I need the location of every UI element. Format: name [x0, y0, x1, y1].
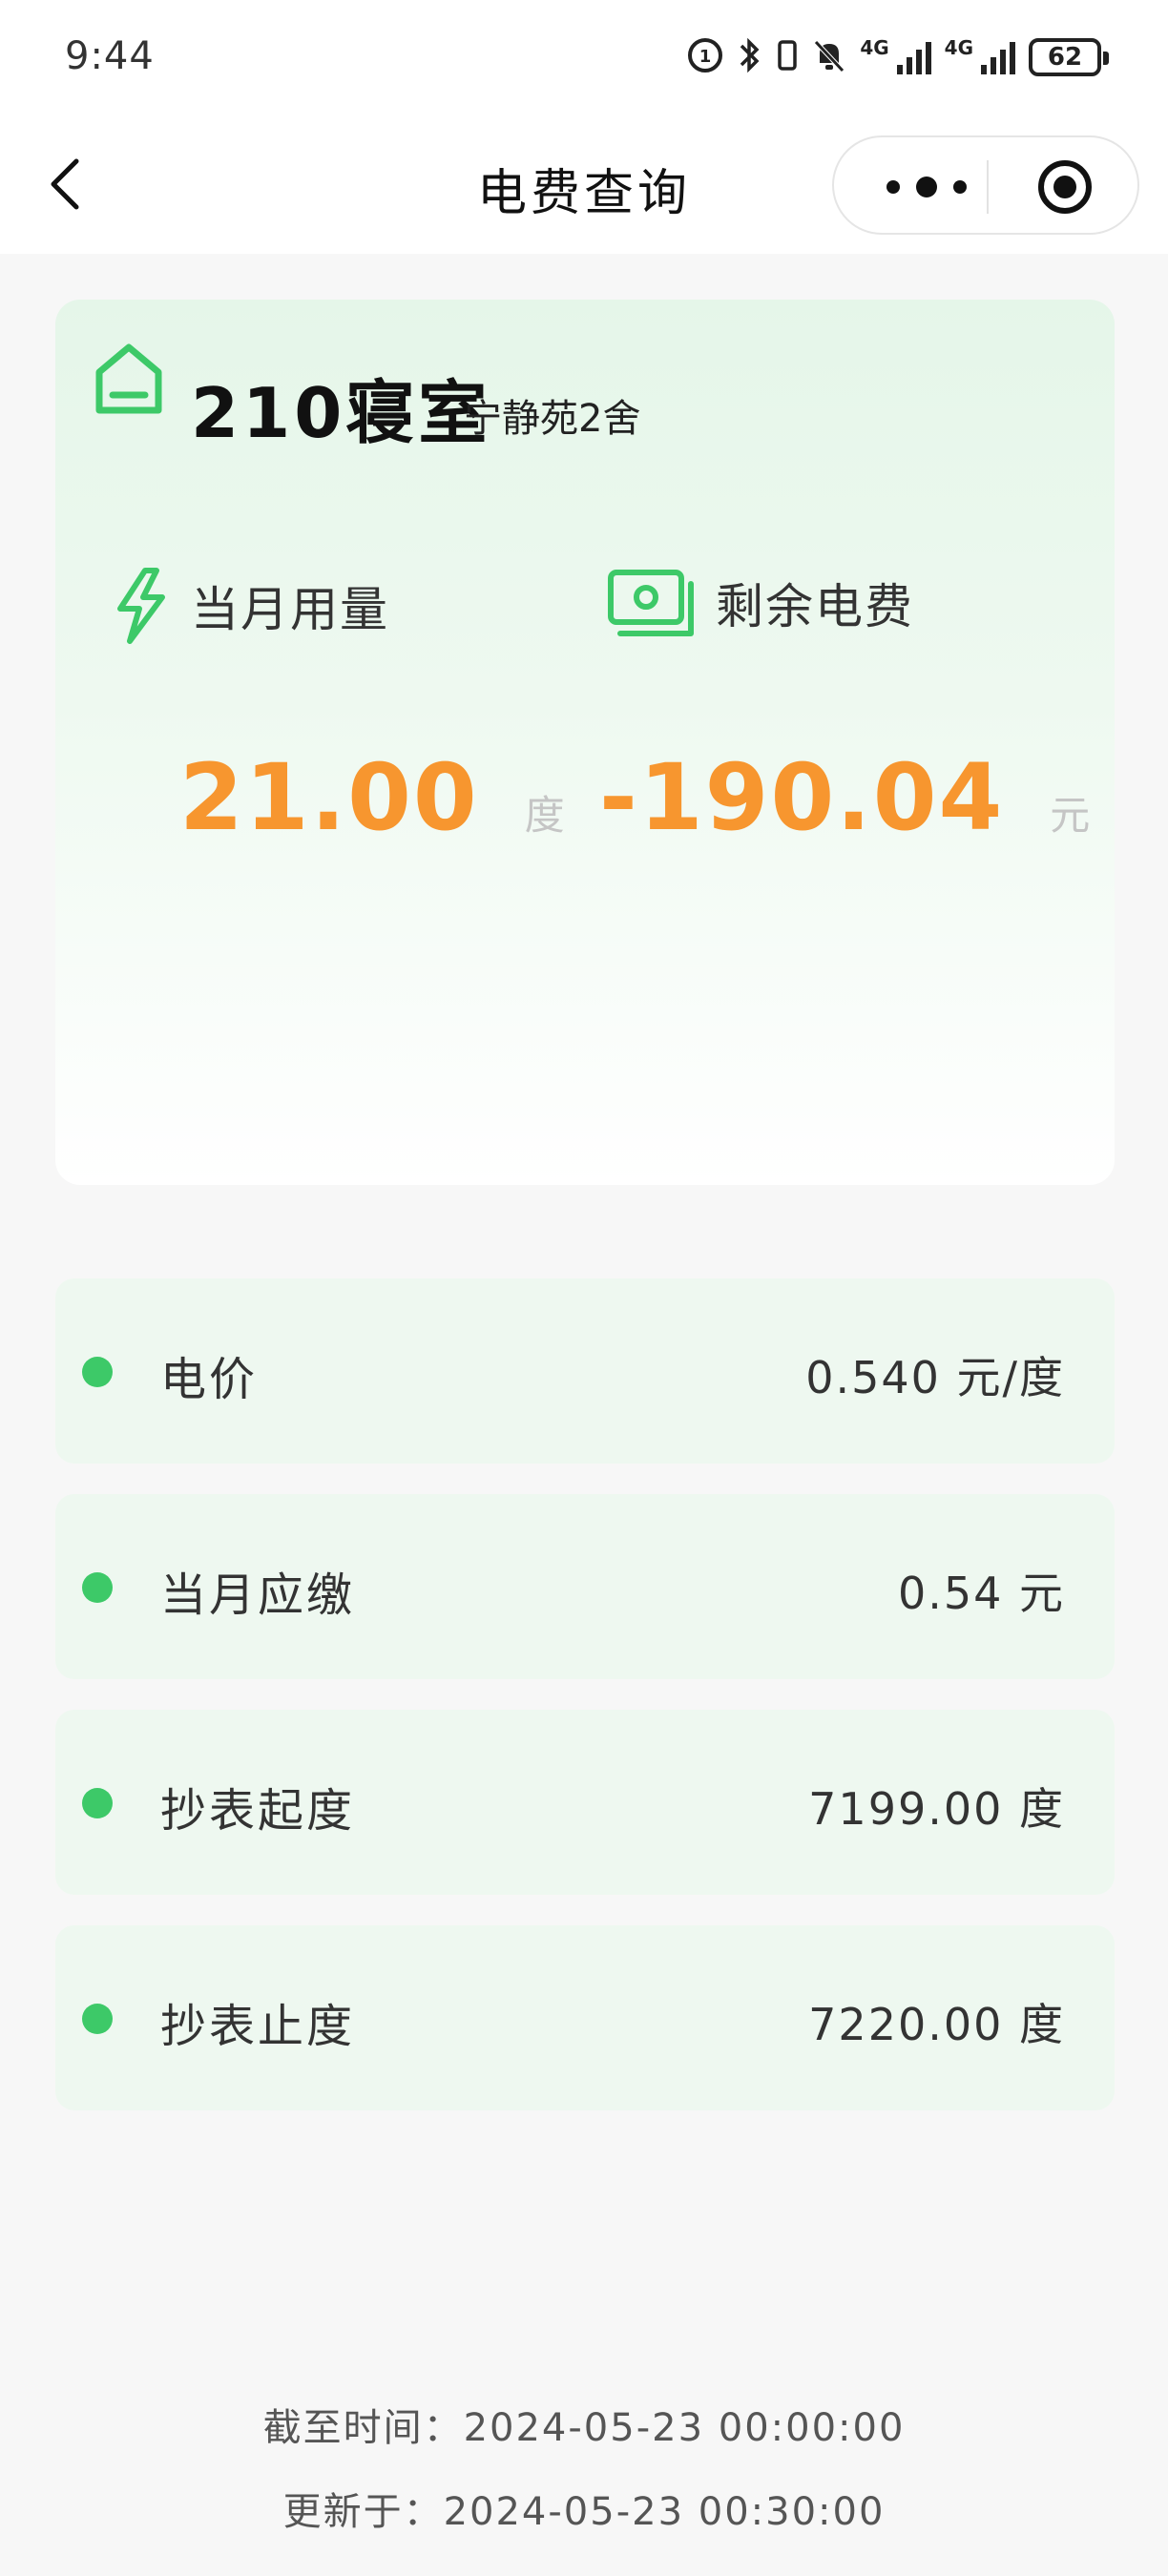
balance-header: 剩余电费: [607, 567, 914, 639]
money-bill-icon: [608, 570, 694, 636]
detail-label: 电价: [160, 1353, 259, 1406]
balance-value: -190.04: [599, 744, 1005, 851]
usage-header: 当月用量: [111, 567, 389, 645]
mute-bell-icon: [812, 36, 846, 79]
balance-value-group: -190.04 元: [599, 744, 1090, 851]
signal-bars-1-icon: [896, 40, 931, 74]
usage-value-group: 21.00 度: [179, 744, 565, 851]
detail-value: 7220.00 度: [808, 1999, 1065, 2050]
svg-text:1: 1: [699, 47, 712, 67]
detail-row-amount-due: 当月应缴 0.54 元: [55, 1494, 1115, 1679]
bluetooth-icon: [738, 36, 762, 79]
detail-label: 抄表起度: [160, 1784, 356, 1838]
detail-value: 7199.00 度: [808, 1783, 1065, 1835]
detail-row-end-reading: 抄表止度 7220.00 度: [55, 1925, 1115, 2110]
balance-unit: 元: [1050, 792, 1091, 839]
network-type-2: 4G: [944, 36, 973, 59]
battery-level: 62: [1047, 43, 1083, 72]
usage-label: 当月用量: [191, 582, 389, 637]
green-dot-icon: [82, 2004, 113, 2034]
detail-label: 抄表止度: [160, 2000, 356, 2053]
lightning-bolt-icon: [117, 568, 165, 644]
green-dot-icon: [82, 1788, 113, 1818]
vibrate-icon: [776, 36, 799, 79]
building-name: 宁静苑2舍: [464, 397, 641, 441]
updated-time: 更新于：2024-05-23 00:30:00: [282, 2490, 886, 2534]
status-time: 9:44: [65, 34, 155, 78]
more-dots-icon[interactable]: [874, 166, 979, 208]
usage-unit: 度: [524, 792, 565, 839]
network-type-1: 4G: [860, 36, 889, 59]
balance-label: 剩余电费: [716, 579, 914, 634]
battery-icon: 62: [1029, 38, 1109, 76]
room-name: 210寝室: [191, 373, 491, 453]
signal-bars-2-icon: [981, 40, 1015, 74]
home-icon: [95, 343, 162, 414]
cutoff-time: 截至时间：2024-05-23 00:00:00: [262, 2406, 906, 2450]
detail-label: 当月应缴: [160, 1568, 356, 1622]
room-summary-card: 210寝室 宁静苑2舍 当月用量 剩余电费 21.00 度 -190.04 元: [55, 300, 1115, 1185]
detail-row-price: 电价 0.540 元/度: [55, 1278, 1115, 1464]
close-target-icon[interactable]: [1036, 158, 1094, 216]
green-dot-icon: [82, 1572, 113, 1603]
top-bar: 9:44 1 4G 4G 62 电费查询: [0, 0, 1168, 254]
data-saver-icon: 1: [686, 36, 724, 79]
mini-program-capsule: [832, 135, 1139, 235]
detail-value: 0.54 元: [897, 1568, 1065, 1619]
status-icons: 1 4G 4G 62: [686, 34, 1109, 80]
detail-value: 0.540 元/度: [805, 1352, 1065, 1403]
electricity-query-page: 9:44 1 4G 4G 62 电费查询 210寝室 宁静苑2舍 当月用量 剩余…: [0, 0, 1168, 2576]
green-dot-icon: [82, 1357, 113, 1387]
usage-value: 21.00: [179, 744, 479, 851]
capsule-divider: [987, 160, 989, 214]
detail-row-start-reading: 抄表起度 7199.00 度: [55, 1710, 1115, 1895]
